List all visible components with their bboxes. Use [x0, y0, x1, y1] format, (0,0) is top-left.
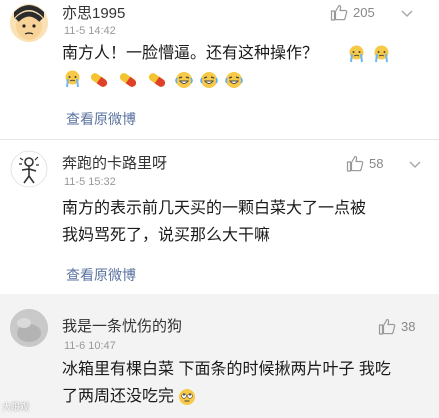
crying-emoji — [374, 45, 389, 63]
blurred-photo-avatar-icon — [10, 309, 48, 347]
like-button[interactable]: 58 — [346, 155, 383, 172]
comment-text-content: 南方人！一脸懵逼。还有这种操作？ — [62, 45, 319, 62]
sketch-figure-avatar-icon — [10, 150, 48, 188]
view-original-weibo-link[interactable]: 查看原微博 — [66, 109, 136, 129]
like-count: 58 — [369, 156, 384, 171]
chevron-down-icon[interactable] — [409, 161, 421, 169]
pill-emoji — [90, 72, 108, 87]
comment-text-line-content: 了两周还没吃完 — [62, 388, 175, 405]
watermark: 大眼观 — [2, 402, 30, 412]
view-original-weibo-link[interactable]: 查看原微博 — [66, 265, 136, 285]
comment-text: 南方的表示前几天买的一颗白菜大了一点被 我妈骂死了，说买那么大干嘛 — [62, 197, 422, 248]
avatar[interactable] — [10, 309, 48, 347]
face-avatar-icon — [10, 4, 48, 42]
comment-item: 亦思1995 11-5 14:42 205 南方人！一脸懵逼。还有这种操作？ 查… — [0, 0, 439, 139]
laughing-crying-emoji — [200, 71, 218, 88]
comment-text-line: 我妈骂死了，说买那么大干嘛 — [62, 227, 271, 244]
like-count: 38 — [401, 319, 416, 334]
crying-emoji — [349, 45, 364, 63]
comment-text: 南方人！一脸懵逼。还有这种操作？ — [62, 42, 362, 66]
chevron-down-icon[interactable] — [401, 10, 413, 18]
eye-roll-emoji — [179, 389, 196, 405]
comment-item: 奔跑的卡路里呀 11-5 15:32 58 南方的表示前几天买的一颗白菜大了一点… — [0, 139, 439, 294]
thumbs-up-icon — [330, 4, 348, 21]
timestamp: 11-5 14:42 — [64, 25, 116, 37]
comment-item: 我是一条忧伤的狗 11-6 10:47 38 冰箱里有棵白菜 下面条的时候揪两片… — [0, 294, 439, 418]
like-button[interactable]: 38 — [378, 318, 415, 335]
username[interactable]: 奔跑的卡路里呀 — [62, 152, 167, 173]
comment-text-line: 了两周还没吃完 — [62, 385, 422, 409]
thumbs-up-icon — [346, 155, 364, 172]
comment-text: 冰箱里有棵白菜 下面条的时候揪两片叶子 我吃 了两周还没吃完 — [62, 358, 422, 409]
comment-text-line: 南方的表示前几天买的一颗白菜大了一点被 — [62, 200, 367, 217]
timestamp: 11-6 10:47 — [64, 340, 116, 352]
like-button[interactable]: 205 — [330, 4, 375, 21]
crying-emoji — [65, 70, 80, 88]
avatar[interactable] — [10, 4, 48, 42]
laughing-crying-emoji — [175, 71, 193, 88]
pill-emoji — [148, 72, 166, 87]
thumbs-up-icon — [378, 318, 396, 335]
timestamp: 11-5 15:32 — [64, 176, 116, 188]
username[interactable]: 亦思1995 — [62, 2, 125, 23]
username[interactable]: 我是一条忧伤的狗 — [62, 315, 182, 336]
avatar[interactable] — [10, 150, 48, 188]
like-count: 205 — [353, 5, 375, 20]
comment-text-line: 冰箱里有棵白菜 下面条的时候揪两片叶子 我吃 — [62, 361, 391, 378]
pill-emoji — [119, 72, 137, 87]
laughing-crying-emoji — [225, 71, 243, 88]
